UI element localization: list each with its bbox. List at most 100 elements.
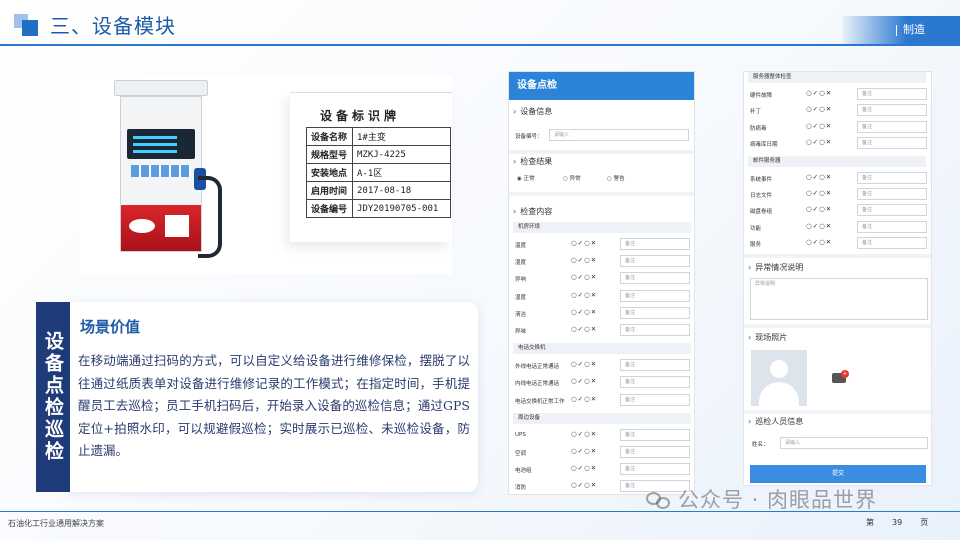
page-suffix: 页 [920, 518, 929, 527]
check-item-note[interactable]: 备注 [620, 376, 690, 389]
check-item-note[interactable]: 备注 [857, 171, 927, 184]
fuel-dispenser-image [110, 80, 222, 266]
check-item-note[interactable]: 备注 [620, 289, 690, 302]
plate-key: 设备名称 [306, 127, 353, 146]
check-item-radio[interactable]: ○✓○✕ [806, 138, 832, 146]
plate-row: 规格型号 MZKJ-4225 [306, 145, 451, 164]
page-no: 39 [892, 518, 903, 527]
check-item-radio[interactable]: ○✓○✕ [806, 89, 832, 97]
form-header: 设备点检 [509, 72, 694, 100]
check-item-note[interactable]: 备注 [620, 359, 690, 372]
section-separator [509, 192, 694, 196]
check-item-radio[interactable]: ○✓○✕ [571, 256, 597, 264]
section-photos: 现场照片 [748, 332, 787, 343]
plate-value: A-1区 [352, 163, 451, 182]
result-option-normal[interactable]: ◉ 正常 [517, 174, 535, 182]
check-item-label: 补丁 [750, 109, 762, 116]
check-item-radio[interactable]: ○✓○✕ [806, 238, 832, 246]
check-item-radio[interactable]: ○✓○✕ [571, 464, 597, 472]
check-item-radio[interactable]: ○✓○✕ [571, 239, 597, 247]
check-item-note[interactable]: 备注 [620, 446, 690, 458]
check-item-note[interactable]: 备注 [857, 188, 927, 200]
check-item-note[interactable]: 备注 [857, 104, 927, 117]
inspector-name-label: 姓名： [752, 442, 769, 448]
check-item-note[interactable]: 备注 [620, 324, 690, 336]
plate-row: 设备编号 JDY20190705-001 [306, 199, 451, 218]
check-item-note[interactable]: 备注 [857, 220, 927, 233]
check-item-label: 服务 [750, 242, 762, 249]
check-item-label: 温度 [515, 243, 527, 249]
plate-row: 安装地点 A-1区 [306, 163, 451, 182]
plate-key: 安装地点 [306, 163, 353, 182]
upload-badge: + [841, 370, 849, 378]
check-item-label: 湿度 [515, 260, 527, 267]
check-item-radio[interactable]: ○✓○✕ [571, 360, 597, 368]
check-item-radio[interactable]: ○✓○✕ [806, 189, 832, 197]
footer-divider [0, 511, 960, 512]
check-item-radio[interactable]: ○✓○✕ [571, 377, 597, 385]
submit-button[interactable]: 提交 [750, 465, 926, 483]
check-item-note[interactable]: 备注 [620, 238, 690, 250]
check-item-note[interactable]: 备注 [620, 428, 690, 441]
check-item-radio[interactable]: ○✓○✕ [806, 173, 832, 181]
header-decor-square-blue [22, 20, 38, 36]
check-item-note[interactable]: 备注 [620, 306, 690, 319]
plate-row: 设备名称 1#主变 [306, 127, 451, 146]
inspector-name-input[interactable]: 请输入 [780, 437, 928, 449]
check-item-radio[interactable]: ○✓○✕ [571, 395, 597, 403]
check-item-label: 防病毒 [750, 125, 767, 132]
result-abnormal-label: 异常 [569, 176, 581, 182]
check-item-note[interactable]: 备注 [857, 120, 927, 133]
plate-value: 2017-08-18 [352, 181, 451, 200]
result-normal-label: 正常 [523, 176, 535, 182]
section-separator [509, 150, 694, 154]
scene-value-card: 场景价值 在移动端通过扫码的方式，可以自定义给设备进行维修保检，摆脱了以往通过纸… [70, 302, 478, 492]
plate-title: 设备标识牌 [320, 109, 401, 123]
footer-page-number: 第 39 页 [866, 517, 946, 528]
abnormal-textarea[interactable]: 异常说明 [750, 278, 928, 320]
check-item-label: 电池组 [515, 468, 532, 475]
wechat-icon [646, 490, 672, 510]
check-item-radio[interactable]: ○✓○✕ [571, 481, 597, 489]
check-item-radio[interactable]: ○✓○✕ [571, 291, 597, 299]
check-item-radio[interactable]: ○✓○✕ [806, 105, 832, 113]
photo-placeholder-avatar[interactable] [751, 350, 807, 406]
check-item-radio[interactable]: ○✓○✕ [571, 308, 597, 316]
section-inspector: 巡检人员信息 [748, 416, 803, 427]
check-item-radio[interactable]: ○✓○✕ [571, 447, 597, 455]
plate-value: MZKJ-4225 [352, 145, 451, 164]
check-item-label: 内线电话正常通话 [515, 381, 560, 388]
check-item-note[interactable]: 备注 [857, 237, 927, 250]
check-item-label: 空调 [515, 451, 527, 457]
footer-doc-title: 石油化工行业通用解决方案 [8, 519, 104, 528]
check-item-radio[interactable]: ○✓○✕ [571, 430, 597, 438]
check-item-note[interactable]: 备注 [620, 255, 690, 268]
check-item-radio[interactable]: ○✓○✕ [806, 122, 832, 130]
check-item-note[interactable]: 备注 [620, 272, 690, 285]
plate-table: 设备名称 1#主变 规格型号 MZKJ-4225 安装地点 A-1区 启用时间 2017… [306, 127, 451, 218]
plate-value: 1#主变 [352, 127, 451, 146]
check-item-note[interactable]: 备注 [857, 88, 927, 100]
camera-upload-icon[interactable]: + [832, 370, 849, 384]
scene-vertical-title: 设备点检巡检 [36, 302, 70, 492]
check-item-note[interactable]: 备注 [620, 463, 690, 476]
inspection-form-screen-2: 服务器整体检查 硬件故障 ○✓○✕ 备注 补丁 ○✓○✕ 备注 防病毒 ○✓○✕ 备注 病毒库日期 ○… [743, 71, 932, 486]
check-item-radio[interactable]: ○✓○✕ [571, 273, 597, 281]
check-item-radio[interactable]: ○✓○✕ [806, 205, 832, 213]
result-option-abnormal[interactable]: ○ 异常 [563, 174, 581, 182]
check-item-note[interactable]: 备注 [857, 204, 927, 217]
device-no-input[interactable]: 请输入 [549, 129, 689, 141]
check-item-note[interactable]: 备注 [857, 137, 927, 150]
check-item-label: 硬件故障 [750, 93, 773, 99]
check-item-label: 日志文件 [750, 193, 773, 199]
result-option-warning[interactable]: ○ 警告 [607, 174, 625, 182]
section-separator [744, 254, 931, 258]
scene-body: 在移动端通过扫码的方式，可以自定义给设备进行维修保检，摆脱了以往通过纸质表单对设… [78, 353, 470, 459]
check-item-label: 异味 [515, 329, 527, 335]
check-item-note[interactable]: 备注 [620, 393, 690, 406]
group-subheader: 电话交换机 [513, 343, 691, 355]
group-subheader: 机房环境 [513, 222, 691, 233]
check-item-radio[interactable]: ○✓○✕ [571, 325, 597, 333]
check-item-radio[interactable]: ○✓○✕ [806, 222, 832, 230]
page-prefix: 第 [866, 518, 874, 527]
